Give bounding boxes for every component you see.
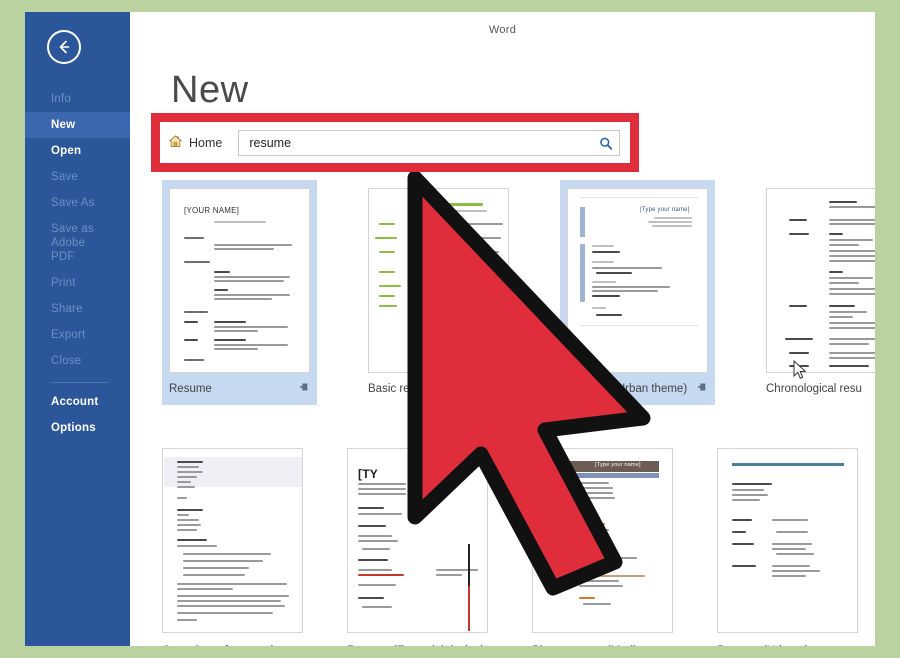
pin-icon[interactable] [696,380,708,398]
sidebar-item-info[interactable]: Info [25,86,130,112]
template-row: Cover letter for entry-lev... [TY [162,448,874,646]
sidebar-item-account[interactable]: Account [25,389,130,415]
template-card-cover-letter[interactable]: Cover letter for entry-lev... [162,448,303,646]
template-label: Resume [169,383,212,395]
search-icon[interactable] [593,131,619,155]
thumb-heading: [Type your name] [595,462,641,468]
template-thumbnail: [Type your name] [567,188,708,373]
template-footer: Photo resume (Median... [532,642,673,646]
template-footer: Chronological resu [766,380,875,398]
template-thumbnail [162,448,303,633]
template-thumbnail: [TY [347,448,488,633]
template-label: Resume (Urban theme) [567,383,688,395]
sidebar-item-new[interactable]: New [25,112,130,138]
sidebar-item-export[interactable]: Export [25,322,130,348]
template-thumbnail: [YOUR NAME] [169,188,310,373]
pin-icon[interactable] [298,380,310,398]
template-card-urban-theme[interactable]: [Type your name] Resume (Urban theme) [560,180,715,405]
sidebar-item-open[interactable]: Open [25,138,130,164]
sidebar-item-options[interactable]: Options [25,415,130,441]
template-footer: Basic resume [368,380,509,398]
home-link[interactable]: Home [168,134,222,152]
home-label: Home [189,136,223,150]
template-footer: Resume (Urban theme) [567,380,708,398]
sidebar-item-print[interactable]: Print [25,270,130,296]
template-footer: Resume [169,380,310,398]
template-label: Photo resume (Median... [532,645,658,646]
template-row: [YOUR NAME] Resume Basic resume [Type yo… [162,180,875,405]
app-title: Word [488,24,517,36]
template-footer: Resume (Urban the [717,642,858,646]
backstage-sidebar: Info New Open Save Save As Save as Adobe… [25,12,130,646]
home-icon [168,134,183,152]
sidebar-item-share[interactable]: Share [25,296,130,322]
backstage-nav-list: Info New Open Save Save As Save as Adobe… [25,86,130,441]
template-thumbnail [368,188,509,373]
template-thumbnail: [Type your name] [532,448,673,633]
template-card-chronological-resume[interactable]: Chronological resu [759,180,875,405]
sidebar-divider [51,382,108,383]
template-card-urban-resume[interactable]: Resume (Urban the [717,448,858,646]
thumb-heading: [TY [358,467,378,481]
template-card-essential-design[interactable]: [TY [347,448,488,646]
search-row: Home [168,130,620,156]
template-label: Resume (Urban the [717,645,817,646]
template-card-basic-resume[interactable]: Basic resume [361,180,516,405]
template-grid: [YOUR NAME] Resume Basic resume [Type yo… [162,180,875,646]
template-footer: Cover letter for entry-lev... [162,642,303,646]
template-thumbnail [766,188,875,373]
mouse-pointer-icon [793,359,809,382]
word-backstage-window: Info New Open Save Save As Save as Adobe… [25,12,875,646]
template-thumbnail [717,448,858,633]
back-arrow-icon[interactable] [47,30,81,64]
template-label: Resume (Essential design) [347,645,484,646]
search-input[interactable] [247,131,593,155]
template-footer: Resume (Essential design) [347,642,488,646]
thumb-heading: [Type your name] [640,207,690,213]
template-label: Basic resume [368,383,438,395]
thumb-heading: [YOUR NAME] [184,206,240,215]
template-card-photo-resume[interactable]: [Type your name] [532,448,673,646]
search-box[interactable] [238,130,620,156]
page-title: New [171,69,249,111]
sidebar-item-save[interactable]: Save [25,164,130,190]
sidebar-item-save-as[interactable]: Save As [25,190,130,216]
template-label: Chronological resu [766,383,862,395]
sidebar-item-close[interactable]: Close [25,348,130,374]
template-card-resume[interactable]: [YOUR NAME] Resume [162,180,317,405]
backstage-main-pane: Word New Home resume [YOUR NAME] Resume … [130,12,875,646]
sidebar-item-save-as-adobe-pdf[interactable]: Save as Adobe PDF [25,216,130,270]
template-label: Cover letter for entry-lev... [162,645,294,646]
